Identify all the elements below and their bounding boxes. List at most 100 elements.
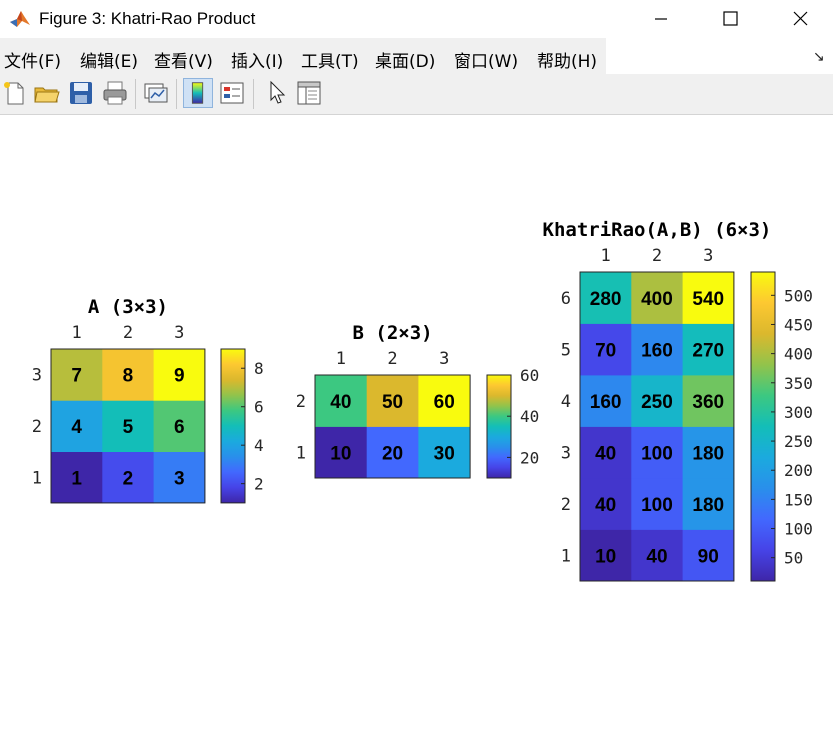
chart3-colorbar-tick-label: 350 (784, 374, 813, 393)
chart3-colorbar-tick-label: 250 (784, 432, 813, 451)
chart3-y-tick-label: 6 (561, 289, 571, 309)
maximize-button[interactable] (704, 0, 756, 38)
menu-help[interactable]: 帮助(H) (537, 47, 597, 72)
chart1-colorbar-tick-label: 2 (254, 475, 264, 494)
open-file-icon[interactable] (32, 78, 62, 108)
chart2-cell-label: 10 (330, 443, 351, 464)
dock-arrow-icon[interactable]: ↘ (813, 48, 825, 65)
chart1-cell-label: 5 (123, 417, 134, 438)
chart3-colorbar (750, 271, 776, 582)
chart3-x-tick-label: 1 (601, 246, 611, 266)
chart3-cell-label: 40 (595, 443, 616, 464)
chart3-colorbar-tick-label: 200 (784, 461, 813, 480)
chart1-cell-label: 8 (123, 366, 134, 387)
chart3-y-tick-label: 2 (561, 495, 571, 515)
chart1-title: A (3×3) (88, 296, 168, 318)
new-figure-icon[interactable] (0, 78, 30, 108)
chart1-colorbar (220, 348, 246, 504)
chart3-colorbar-tick-label: 400 (784, 345, 813, 364)
chart3-y-tick-label: 4 (561, 392, 571, 412)
chart3-cell-label: 40 (646, 546, 667, 567)
chart1-cell-label: 4 (71, 417, 82, 438)
chart3-x-tick-label: 2 (652, 246, 662, 266)
chart2-x-tick-label: 3 (439, 349, 449, 369)
chart3-cell-label: 250 (641, 392, 673, 413)
print-icon[interactable] (100, 78, 130, 108)
chart3-cell-label: 270 (692, 340, 724, 361)
chart1-cell-label: 9 (174, 366, 185, 387)
chart3-cell-label: 280 (590, 289, 622, 310)
chart3-cell-label: 180 (692, 443, 724, 464)
chart3-colorbar-tick-label: 100 (784, 520, 813, 539)
matlab-logo-icon (10, 11, 30, 27)
chart2-cell-label: 50 (382, 392, 403, 413)
menu-edit[interactable]: 编辑(E) (80, 47, 138, 72)
chart1-cell-label: 7 (71, 366, 82, 387)
chart1-x-tick-label: 3 (174, 323, 184, 343)
property-editor-icon[interactable] (294, 78, 324, 108)
chart3-colorbar-tick-label: 500 (784, 286, 813, 305)
chart1-x-tick-label: 1 (72, 323, 82, 343)
chart3-colorbar-tick-label: 50 (784, 549, 803, 568)
chart3-cell-label: 70 (595, 340, 616, 361)
insert-colorbar-icon[interactable] (183, 78, 213, 108)
chart2-colorbar-tick-label: 40 (520, 407, 539, 426)
chart3-y-tick-label: 5 (561, 340, 571, 360)
chart3-cell-label: 160 (641, 340, 673, 361)
chart1-x-tick-label: 2 (123, 323, 133, 343)
chart2-colorbar-tick-label: 20 (520, 448, 539, 467)
chart1-colorbar-tick-label: 4 (254, 436, 264, 455)
chart3-y-tick-label: 1 (561, 546, 571, 566)
menu-bar: 文件(F) 编辑(E) 查看(V) 插入(I) 工具(T) 桌面(D) 窗口(W… (0, 38, 833, 74)
chart2-y-tick-label: 2 (296, 392, 306, 412)
chart3-x-tick-label: 3 (703, 246, 713, 266)
menu-view[interactable]: 查看(V) (154, 47, 213, 72)
chart3-cell-label: 90 (698, 546, 719, 567)
chart3-cell-label: 540 (692, 289, 724, 310)
chart3-cell-label: 360 (692, 392, 724, 413)
menu-insert[interactable]: 插入(I) (231, 47, 283, 72)
select-pointer-icon[interactable] (262, 78, 292, 108)
minimize-button[interactable] (635, 0, 687, 38)
chart2-x-tick-label: 2 (387, 349, 397, 369)
chart2-cell-label: 40 (330, 392, 351, 413)
chart2-colorbar (486, 374, 512, 479)
chart3-colorbar-tick-label: 150 (784, 490, 813, 509)
chart1-cell-label: 3 (174, 468, 185, 489)
chart1-cell-label: 1 (71, 468, 82, 489)
chart1-y-tick-label: 3 (32, 366, 42, 386)
chart1-y-tick-label: 1 (32, 468, 42, 488)
menu-tools[interactable]: 工具(T) (301, 47, 359, 72)
chart1-cell-label: 6 (174, 417, 185, 438)
chart3-cell-label: 10 (595, 546, 616, 567)
chart3-y-tick-label: 3 (561, 443, 571, 463)
close-button[interactable] (774, 0, 826, 38)
chart2-colorbar-tick-label: 60 (520, 366, 539, 385)
save-icon[interactable] (66, 78, 96, 108)
chart3-cell-label: 400 (641, 289, 673, 310)
chart3-cell-label: 40 (595, 495, 616, 516)
menu-window[interactable]: 窗口(W) (454, 47, 518, 72)
chart3-cell-label: 100 (641, 495, 673, 516)
chart2-cell-label: 30 (434, 443, 455, 464)
window-title: Figure 3: Khatri-Rao Product (39, 9, 256, 28)
chart3-title: KhatriRao(A,B) (6×3) (543, 219, 772, 241)
chart1-colorbar-tick-label: 6 (254, 398, 264, 417)
chart3-colorbar-tick-label: 450 (784, 315, 813, 334)
link-plot-icon[interactable] (141, 78, 171, 108)
figure-canvas: A (3×3) 1 2 3 4 5 6 7 8 9 1 2 3 1 2 3 2 4 6 8 B (2×3) 10 20 30 4… (32, 219, 813, 582)
chart1-colorbar-tick-label: 8 (254, 359, 264, 378)
chart2-cell-label: 20 (382, 443, 403, 464)
chart2-title: B (2×3) (353, 322, 433, 344)
chart2-x-tick-label: 1 (336, 349, 346, 369)
chart3-cell-label: 180 (692, 495, 724, 516)
menu-file[interactable]: 文件(F) (4, 47, 61, 72)
chart3-cell-label: 100 (641, 443, 673, 464)
insert-legend-icon[interactable] (217, 78, 247, 108)
chart2-y-tick-label: 1 (296, 443, 306, 463)
menu-desktop[interactable]: 桌面(D) (375, 47, 435, 72)
title-bar: Figure 3: Khatri-Rao Product (0, 0, 833, 38)
toolbar (0, 74, 833, 115)
chart2-cell-label: 60 (434, 392, 455, 413)
chart1-y-tick-label: 2 (32, 417, 42, 437)
